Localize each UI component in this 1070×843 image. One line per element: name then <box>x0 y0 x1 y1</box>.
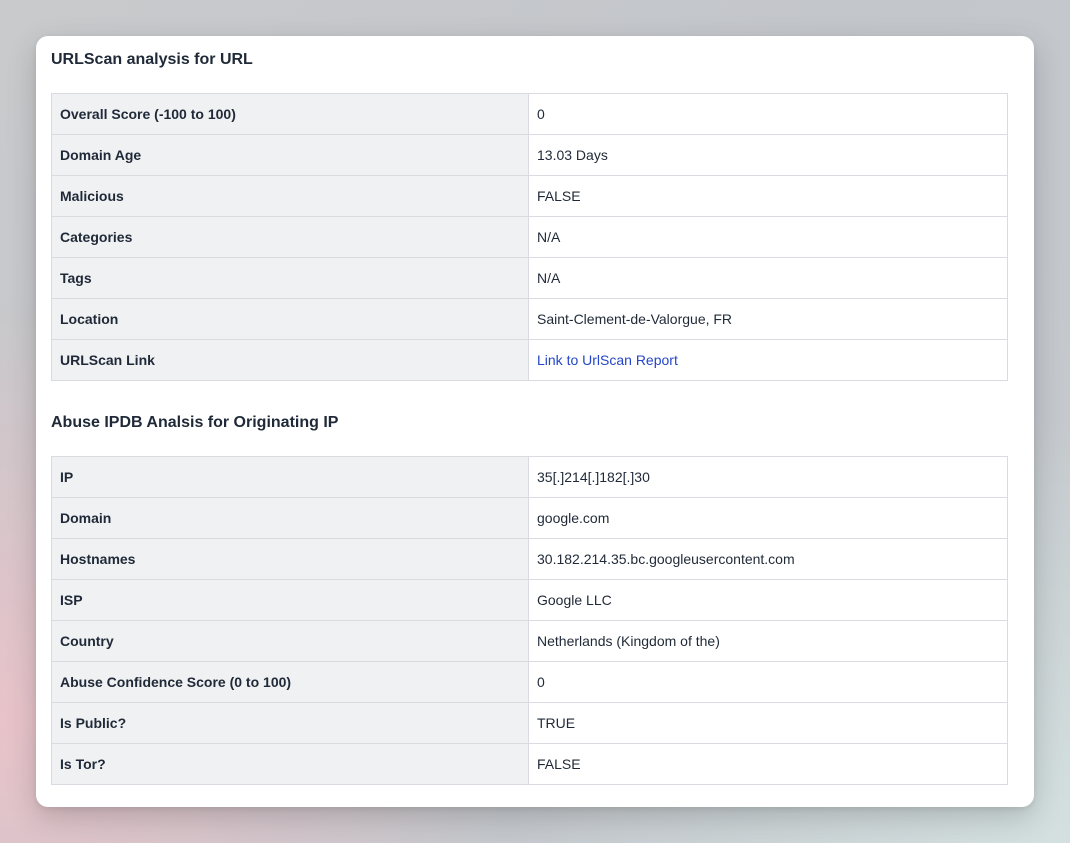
row-label-malicious: Malicious <box>51 175 529 217</box>
row-label-location: Location <box>51 298 529 340</box>
row-value-is-tor: FALSE <box>528 743 1008 785</box>
table-row: Malicious FALSE <box>51 175 1008 217</box>
abuseipdb-table: IP 35[.]214[.]182[.]30 Domain google.com… <box>51 456 1008 785</box>
table-row: URLScan Link Link to UrlScan Report <box>51 339 1008 381</box>
row-value-location: Saint-Clement-de-Valorgue, FR <box>528 298 1008 340</box>
table-row: Categories N/A <box>51 216 1008 258</box>
table-row: Hostnames 30.182.214.35.bc.googleusercon… <box>51 538 1008 580</box>
row-label-abuse-confidence-score: Abuse Confidence Score (0 to 100) <box>51 661 529 703</box>
table-row: Is Public? TRUE <box>51 702 1008 744</box>
row-label-domain-age: Domain Age <box>51 134 529 176</box>
row-value-ip: 35[.]214[.]182[.]30 <box>528 456 1008 498</box>
row-value-abuse-confidence-score: 0 <box>528 661 1008 703</box>
row-value-tags: N/A <box>528 257 1008 299</box>
table-row: Domain google.com <box>51 497 1008 539</box>
table-row: Domain Age 13.03 Days <box>51 134 1008 176</box>
row-value-hostnames: 30.182.214.35.bc.googleusercontent.com <box>528 538 1008 580</box>
table-row: Overall Score (-100 to 100) 0 <box>51 93 1008 135</box>
table-row: IP 35[.]214[.]182[.]30 <box>51 456 1008 498</box>
table-row: ISP Google LLC <box>51 579 1008 621</box>
row-label-country: Country <box>51 620 529 662</box>
abuseipdb-section-title: Abuse IPDB Analsis for Originating IP <box>51 414 339 431</box>
row-value-malicious: FALSE <box>528 175 1008 217</box>
urlscan-section-title: URLScan analysis for URL <box>51 51 253 68</box>
table-row: Tags N/A <box>51 257 1008 299</box>
row-value-isp: Google LLC <box>528 579 1008 621</box>
report-card: URLScan analysis for URL Overall Score (… <box>36 36 1034 807</box>
row-label-overall-score: Overall Score (-100 to 100) <box>51 93 529 135</box>
row-label-urlscan-link: URLScan Link <box>51 339 529 381</box>
row-label-is-public: Is Public? <box>51 702 529 744</box>
row-value-urlscan-link: Link to UrlScan Report <box>528 339 1008 381</box>
row-label-is-tor: Is Tor? <box>51 743 529 785</box>
row-value-overall-score: 0 <box>528 93 1008 135</box>
row-value-domain: google.com <box>528 497 1008 539</box>
urlscan-table: Overall Score (-100 to 100) 0 Domain Age… <box>51 93 1008 381</box>
row-label-isp: ISP <box>51 579 529 621</box>
row-label-domain: Domain <box>51 497 529 539</box>
table-row: Country Netherlands (Kingdom of the) <box>51 620 1008 662</box>
row-value-domain-age: 13.03 Days <box>528 134 1008 176</box>
row-label-tags: Tags <box>51 257 529 299</box>
urlscan-report-link[interactable]: Link to UrlScan Report <box>537 352 678 368</box>
table-row: Is Tor? FALSE <box>51 743 1008 785</box>
row-value-is-public: TRUE <box>528 702 1008 744</box>
row-label-ip: IP <box>51 456 529 498</box>
table-row: Location Saint-Clement-de-Valorgue, FR <box>51 298 1008 340</box>
row-label-categories: Categories <box>51 216 529 258</box>
row-label-hostnames: Hostnames <box>51 538 529 580</box>
row-value-categories: N/A <box>528 216 1008 258</box>
row-value-country: Netherlands (Kingdom of the) <box>528 620 1008 662</box>
table-row: Abuse Confidence Score (0 to 100) 0 <box>51 661 1008 703</box>
